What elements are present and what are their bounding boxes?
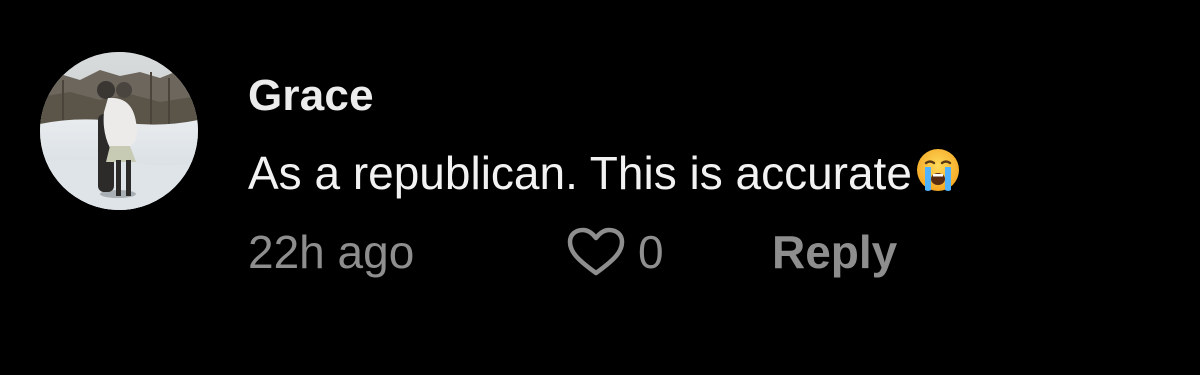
like-button[interactable]: 0 (566, 224, 664, 280)
username[interactable]: Grace (248, 70, 374, 122)
avatar[interactable] (40, 52, 198, 210)
comment-body: As a republican. This is accurate (248, 147, 912, 199)
loudly-crying-face-icon (914, 146, 962, 194)
reply-button[interactable]: Reply (772, 224, 897, 280)
comment-item: Grace As a republican. This is accurate (0, 0, 1200, 375)
comment-text: As a republican. This is accurate (248, 145, 962, 201)
heart-icon[interactable] (566, 226, 626, 278)
timestamp: 22h ago (248, 226, 415, 278)
like-count: 0 (638, 226, 664, 278)
comment-meta: 22h ago 0 Reply (248, 222, 1048, 282)
